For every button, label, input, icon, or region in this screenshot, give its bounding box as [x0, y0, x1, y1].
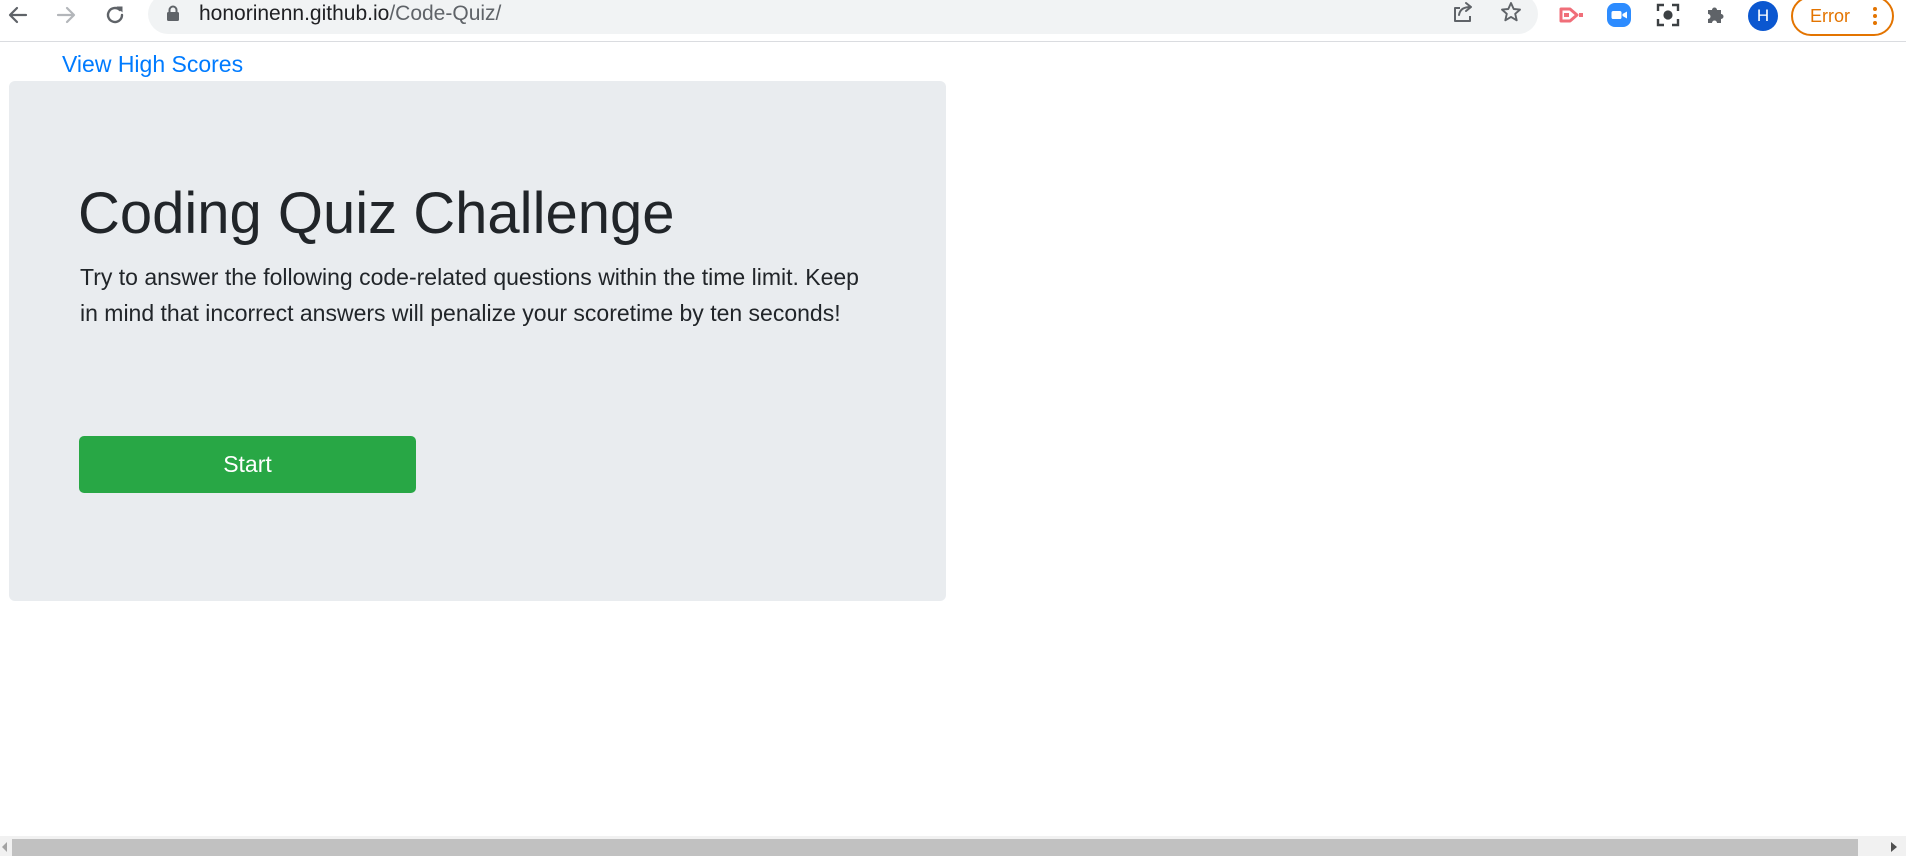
back-arrow-icon: [8, 6, 28, 24]
puzzle-icon: [1708, 7, 1724, 23]
scroll-right-arrow-icon[interactable]: [1891, 842, 1897, 852]
screenshot-extension-icon: [1656, 3, 1680, 27]
lock-icon: [167, 5, 179, 21]
bookmark-button[interactable]: [1494, 0, 1528, 27]
screenshot-extension-button[interactable]: [1651, 0, 1685, 30]
share-icon: [1454, 2, 1472, 22]
reload-button[interactable]: [97, 0, 133, 30]
view-high-scores-link[interactable]: View High Scores: [62, 48, 243, 80]
url-host: honorinenn.github.io: [199, 2, 390, 25]
url-path: /Code-Quiz/: [389, 2, 502, 25]
profile-avatar[interactable]: H: [1748, 1, 1778, 31]
url-text[interactable]: honorinenn.github.io/Code-Quiz/: [199, 0, 501, 28]
back-button[interactable]: [0, 0, 36, 30]
quiz-description: Try to answer the following code-related…: [80, 264, 859, 326]
kebab-menu-icon: [1873, 7, 1879, 28]
zoom-extension-icon: [1607, 3, 1631, 27]
quiz-intro-panel: Coding Quiz Challenge Try to answer the …: [9, 81, 946, 601]
page-title: Coding Quiz Challenge: [78, 181, 675, 246]
video-extension-button[interactable]: [1555, 0, 1589, 30]
address-bar[interactable]: honorinenn.github.io/Code-Quiz/: [148, 0, 1538, 34]
video-cast-extension-icon: [1559, 7, 1583, 23]
error-label: Error: [1810, 6, 1850, 26]
scrollbar-thumb[interactable]: [12, 839, 1858, 856]
start-button[interactable]: Start: [79, 436, 416, 493]
browser-toolbar: honorinenn.github.io/Code-Quiz/ H Error: [0, 0, 1906, 42]
error-menu-button[interactable]: Error: [1791, 0, 1894, 36]
forward-button[interactable]: [48, 0, 84, 30]
forward-arrow-icon: [56, 6, 76, 24]
star-icon: [1501, 2, 1521, 22]
share-button[interactable]: [1446, 0, 1480, 27]
reload-icon: [106, 6, 124, 24]
scroll-left-arrow-icon[interactable]: [2, 842, 7, 852]
zoom-extension-button[interactable]: [1602, 0, 1636, 30]
extensions-button[interactable]: [1699, 0, 1733, 30]
horizontal-scrollbar[interactable]: [0, 836, 1906, 856]
